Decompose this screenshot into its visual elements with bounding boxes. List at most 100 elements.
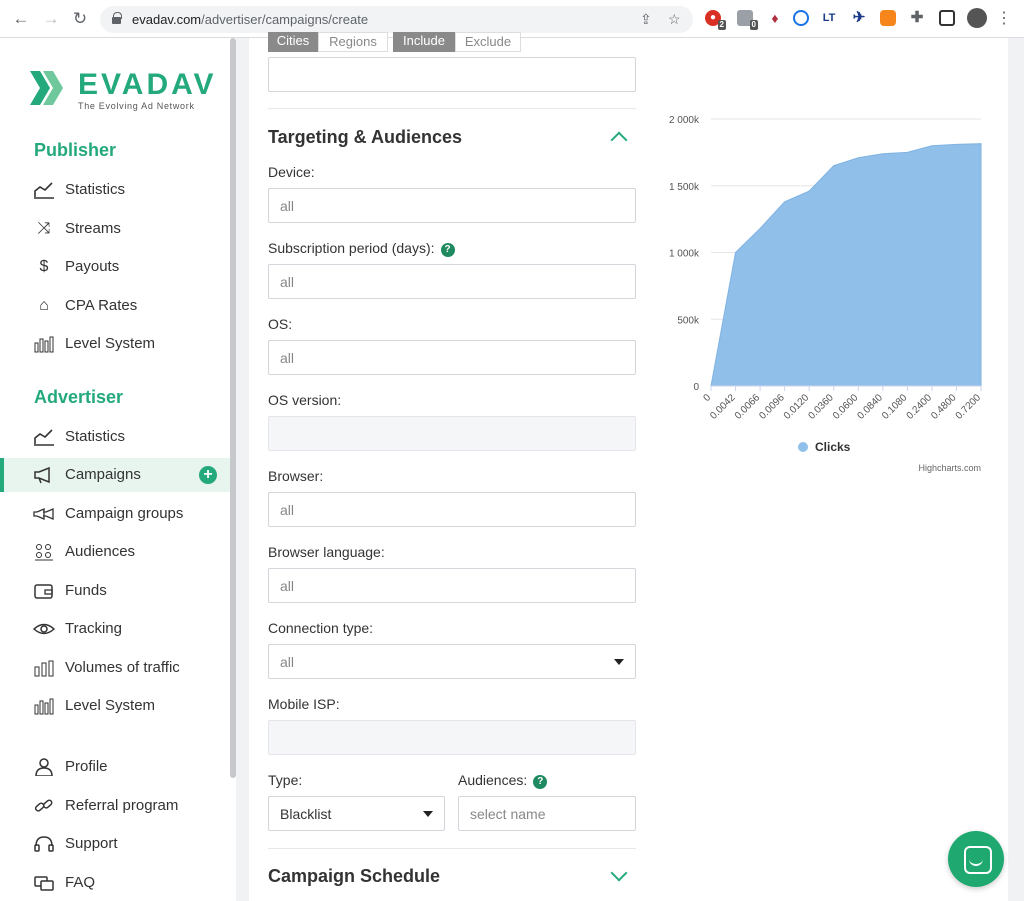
sidebar-scrollbar[interactable] [230, 38, 236, 778]
sidebar: EVADAV The Evolving Ad Network Publisher… [0, 38, 236, 901]
os-label: OS: [268, 316, 293, 332]
sidebar-item-referral-program[interactable]: Referral program [0, 789, 230, 823]
sidebar-item-streams[interactable]: ⤨ Streams [0, 212, 230, 246]
divider [268, 108, 636, 109]
chat-widget-button[interactable] [948, 831, 1004, 887]
sidebar-item-publisher-level-system[interactable]: Level System [0, 327, 230, 361]
sidebar-item-cpa-rates[interactable]: ⌂ CPA Rates [0, 289, 230, 323]
chevron-down-icon[interactable] [610, 864, 628, 882]
lt-ext-icon[interactable]: LT [821, 10, 837, 26]
forward-icon[interactable]: → [41, 9, 61, 29]
help-icon[interactable]: ? [440, 243, 455, 257]
url-host: evadav.com [132, 12, 202, 27]
sidebar-item-publisher-statistics[interactable]: Statistics [0, 173, 230, 207]
device-label: Device: [268, 164, 315, 180]
connection-type-select[interactable]: all [268, 644, 636, 679]
sidebar-item-faq[interactable]: FAQ [0, 866, 230, 900]
statistics-icon [33, 428, 55, 446]
x-tick-label: 0.0600 [831, 392, 861, 422]
audiences-icon [33, 543, 55, 561]
os-field[interactable]: all [268, 340, 636, 375]
fox-ext-icon[interactable] [880, 10, 896, 26]
tab-cities[interactable]: Cities [268, 32, 318, 52]
menu-dots-icon[interactable]: ⋮ [994, 9, 1014, 29]
x-tick-label: 0.0066 [733, 392, 763, 422]
clicks-series-area [710, 143, 982, 387]
browser-language-label: Browser language: [268, 544, 385, 560]
sidebar-item-campaign-groups[interactable]: Campaign groups [0, 497, 230, 531]
highcharts-credit: Highcharts.com [918, 463, 981, 473]
url-path: /advertiser/campaigns/create [201, 12, 369, 27]
help-icon[interactable]: ? [533, 775, 548, 789]
mobile-isp-label: Mobile ISP: [268, 696, 340, 712]
x-tick-label: 0.7200 [954, 392, 984, 422]
statistics-icon [33, 181, 55, 199]
share-icon[interactable]: ⇪ [640, 11, 652, 28]
circle-ext-icon[interactable] [793, 10, 809, 26]
mobile-isp-field[interactable] [268, 720, 636, 755]
sidebar-item-campaigns[interactable]: Campaigns + [0, 458, 230, 492]
puzzle-icon[interactable]: ✚ [909, 10, 925, 26]
lock-icon [112, 12, 122, 24]
sidebar-item-payouts[interactable]: $ Payouts [0, 250, 230, 284]
tab-exclude[interactable]: Exclude [455, 32, 521, 52]
tab-include[interactable]: Include [393, 32, 455, 52]
subscription-period-field[interactable]: all [268, 264, 636, 299]
targeting-heading: Targeting & Audiences [268, 127, 463, 147]
address-bar[interactable]: evadav.com/advertiser/campaigns/create ⇪… [100, 6, 693, 33]
browser-field[interactable]: all [268, 492, 636, 527]
bars-icon [33, 659, 55, 677]
plane-ext-icon[interactable]: ✈ [851, 10, 867, 26]
sidepanel-icon[interactable] [939, 10, 955, 26]
device-field[interactable]: all [268, 188, 636, 223]
headset-icon [33, 835, 55, 853]
doc-ext-icon[interactable]: 0 [737, 10, 758, 30]
audiences-label: Audiences:? [458, 772, 548, 789]
add-campaign-button[interactable]: + [199, 466, 217, 484]
browser-language-field[interactable]: all [268, 568, 636, 603]
legend-clicks: Clicks [815, 440, 851, 454]
subscription-period-label: Subscription period (days):? [268, 240, 455, 257]
user-icon [33, 758, 55, 777]
x-tick-label: 0.0096 [757, 392, 787, 422]
adblock-ext-icon[interactable]: ● 2 [705, 10, 726, 30]
link-icon [33, 797, 55, 815]
wallet-icon [33, 582, 55, 600]
y-tick-label: 2 000k [669, 115, 700, 126]
chevron-up-icon[interactable] [610, 131, 628, 149]
profile-avatar-icon[interactable] [967, 8, 987, 28]
logo-mark-icon [30, 71, 63, 105]
divider [268, 848, 636, 849]
sidebar-item-audiences[interactable]: Audiences [0, 535, 230, 569]
sidebar-item-funds[interactable]: Funds [0, 574, 230, 608]
sidebar-item-advertiser-level-system[interactable]: Level System [0, 689, 230, 723]
audiences-field[interactable]: select name [458, 796, 636, 831]
legend-marker [798, 442, 808, 452]
x-tick-label: 0 [701, 392, 713, 404]
sidebar-item-advertiser-statistics[interactable]: Statistics [0, 420, 230, 454]
reload-icon[interactable]: ↻ [70, 9, 90, 29]
sidebar-item-volumes-of-traffic[interactable]: Volumes of traffic [0, 651, 230, 685]
sidebar-item-support[interactable]: Support [0, 827, 230, 861]
os-version-field[interactable] [268, 416, 636, 451]
os-version-label: OS version: [268, 392, 342, 408]
back-icon[interactable]: ← [11, 9, 31, 29]
type-label: Type: [268, 772, 303, 788]
campaign-schedule-heading: Campaign Schedule [268, 866, 441, 886]
type-select[interactable]: Blacklist [268, 796, 445, 831]
megaphone-icon [33, 466, 55, 484]
browser-label: Browser: [268, 468, 324, 484]
tab-regions[interactable]: Regions [318, 32, 388, 52]
y-tick-label: 1 500k [669, 182, 700, 193]
shuffle-icon: ⤨ [37, 220, 51, 237]
star-icon[interactable]: ☆ [668, 11, 681, 28]
payouts-icon: $ [39, 258, 49, 275]
sidebar-item-profile[interactable]: Profile [0, 750, 230, 784]
bug-ext-icon[interactable]: ♦ [767, 10, 783, 26]
geo-select-field[interactable] [268, 57, 636, 92]
x-tick-label: 0.0840 [856, 392, 886, 422]
y-tick-label: 1 000k [669, 249, 700, 260]
x-tick-label: 0.0042 [708, 392, 738, 422]
y-tick-label: 0 [693, 382, 699, 393]
sidebar-item-tracking[interactable]: Tracking [0, 612, 230, 646]
